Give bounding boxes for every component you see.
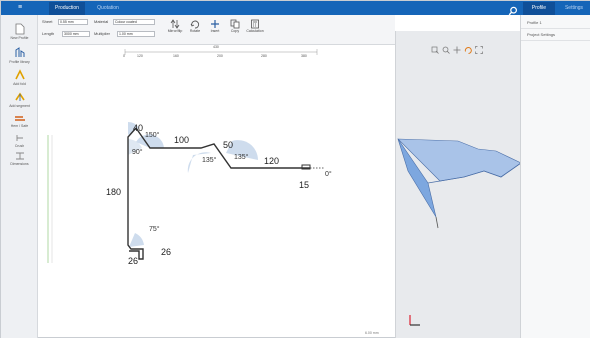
- mirror-flip-button[interactable]: Mirror/flip: [166, 19, 184, 33]
- dimension-label[interactable]: 180: [106, 188, 121, 197]
- calculator-icon: [251, 19, 259, 29]
- segment-icon: [14, 92, 25, 101]
- menu-button[interactable]: ≡: [15, 4, 25, 12]
- 3d-model[interactable]: [396, 31, 521, 338]
- button-label: Insert: [210, 29, 220, 33]
- dimension-label[interactable]: 15: [299, 181, 309, 190]
- tool-label: Crush: [14, 144, 25, 148]
- add-segment-button[interactable]: Add segment: [5, 91, 34, 108]
- material-label: Material: [94, 19, 109, 24]
- tool-label: Dimensions: [10, 162, 29, 166]
- new-profile-button[interactable]: New Profile: [5, 23, 34, 40]
- button-label: Copy: [230, 29, 240, 33]
- dimension-icon: [15, 152, 24, 160]
- status-text: 6.00 mm: [365, 331, 379, 335]
- angle-label[interactable]: 0°: [325, 171, 332, 178]
- rotate-icon: [190, 20, 200, 29]
- drawing-canvas[interactable]: 40 100 50 120 180 15 26 26 0° 150° 90° 1…: [38, 45, 395, 338]
- sheet-field[interactable]: 0.55 mm: [58, 19, 88, 25]
- dimensions-button[interactable]: Dimensions: [5, 151, 34, 166]
- tool-label: Add fold: [13, 82, 26, 86]
- tool-label: Profile library: [9, 60, 30, 64]
- multiplier-label: Multiplier: [94, 31, 111, 36]
- top-bar: ≡ Production Quotation Profile Settings: [1, 1, 590, 16]
- 3d-preview[interactable]: [395, 31, 521, 338]
- move-icon: [211, 20, 219, 28]
- app-window: ≡ Production Quotation Profile Settings …: [0, 0, 590, 338]
- dimension-label[interactable]: 26: [161, 248, 171, 257]
- crush-button[interactable]: Crush: [5, 133, 34, 148]
- material-field[interactable]: Colour coated: [113, 19, 155, 25]
- tab-profile[interactable]: Profile: [523, 2, 555, 15]
- flip-icon: [170, 19, 180, 29]
- tool-label: Hem / Safe: [10, 124, 29, 128]
- angle-label[interactable]: 135°: [234, 154, 248, 161]
- ribbon-toolbar: Sheet 0.55 mm Material Colour coated Len…: [38, 15, 395, 45]
- angle-label[interactable]: 75°: [149, 226, 160, 233]
- sheet-label: Sheet: [42, 19, 53, 24]
- insert-button[interactable]: Insert: [206, 19, 224, 33]
- button-label: Calculation: [246, 29, 264, 33]
- new-document-icon: [15, 23, 24, 35]
- dimension-label[interactable]: 26: [128, 257, 138, 266]
- angle-label[interactable]: 150°: [145, 132, 159, 139]
- rotate-button[interactable]: Rotate: [186, 19, 204, 33]
- profile-library-button[interactable]: Profile library: [5, 47, 34, 64]
- panel-item-project-settings[interactable]: Project Settings: [521, 29, 590, 41]
- profile-drawing[interactable]: [38, 45, 395, 338]
- properties-panel: Profile 1 Project Settings: [520, 15, 590, 338]
- panel-item-profile[interactable]: Profile 1: [521, 17, 590, 29]
- dimension-label[interactable]: 40: [133, 124, 143, 133]
- crush-icon: [16, 135, 23, 141]
- dimension-label[interactable]: 100: [174, 136, 189, 145]
- angle-label[interactable]: 135°: [202, 157, 216, 164]
- dimension-label[interactable]: 50: [223, 141, 233, 150]
- tool-sidebar: New Profile Profile library Add fold Add…: [1, 15, 38, 338]
- length-label: Length: [42, 31, 55, 36]
- fold-icon: [14, 69, 25, 80]
- copy-icon: [230, 19, 240, 29]
- calculation-button[interactable]: Calculation: [246, 19, 264, 33]
- hem-button[interactable]: Hem / Safe: [5, 113, 34, 128]
- button-label: Rotate: [189, 29, 201, 33]
- hem-icon: [14, 116, 25, 121]
- tab-settings[interactable]: Settings: [559, 2, 589, 15]
- copy-button[interactable]: Copy: [226, 19, 244, 33]
- add-fold-button[interactable]: Add fold: [5, 69, 34, 86]
- tool-label: New Profile: [10, 36, 29, 40]
- length-field[interactable]: 3000 mm: [62, 31, 90, 37]
- tab-production[interactable]: Production: [49, 2, 85, 15]
- tab-quotation[interactable]: Quotation: [93, 2, 123, 15]
- button-label: Mirror/flip: [167, 29, 183, 33]
- search-icon[interactable]: [508, 3, 518, 16]
- tool-label: Add segment: [9, 104, 30, 108]
- multiplier-field[interactable]: 1.00 mm: [117, 31, 155, 37]
- angle-label[interactable]: 90°: [132, 149, 143, 156]
- dimension-label[interactable]: 120: [264, 157, 279, 166]
- library-icon: [15, 47, 24, 57]
